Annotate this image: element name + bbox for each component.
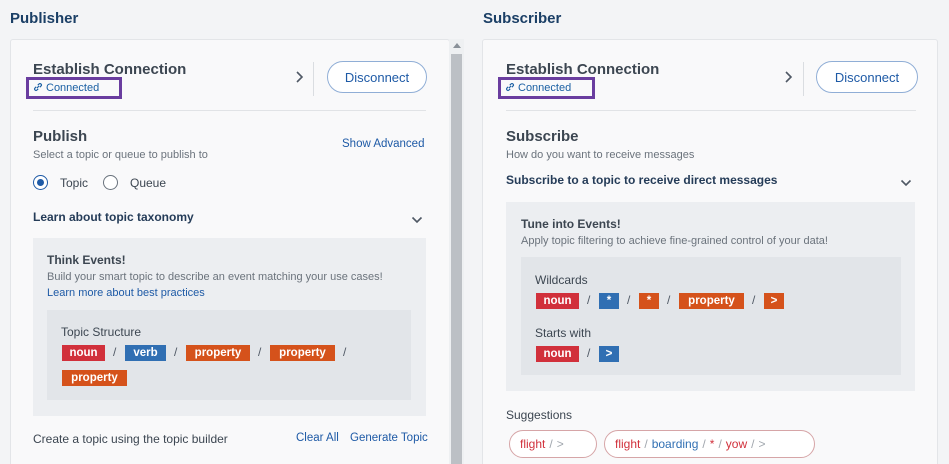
- connected-label: Connected: [46, 82, 100, 94]
- think-events-text: Build your smart topic to describe an ev…: [47, 271, 383, 283]
- chip-noun: noun: [62, 345, 105, 361]
- separator: /: [752, 293, 756, 307]
- chip-property: property: [679, 293, 744, 309]
- clear-all-link[interactable]: Clear All: [296, 432, 339, 444]
- wildcards-title: Wildcards: [535, 273, 588, 287]
- subscribe-title: Subscribe: [506, 128, 579, 145]
- tune-events-title: Tune into Events!: [521, 217, 621, 231]
- publish-subtitle: Select a topic or queue to publish to: [33, 149, 208, 161]
- chevron-down-icon[interactable]: [411, 216, 423, 224]
- suggestion-chip[interactable]: flight / >: [509, 430, 597, 458]
- topic-level: flight: [520, 437, 546, 451]
- subscriber-connection-title: Establish Connection: [506, 61, 660, 78]
- subscribe-topic-accordion[interactable]: Subscribe to a topic to receive direct m…: [506, 173, 777, 187]
- topic-structure-box: Topic Structure noun / verb / property /…: [47, 310, 411, 400]
- tune-events-box: Tune into Events! Apply topic filtering …: [506, 202, 915, 391]
- chip-wildcard-star: *: [599, 293, 619, 309]
- divider: [313, 62, 314, 96]
- connected-label: Connected: [518, 82, 572, 94]
- topic-level: yow: [725, 437, 748, 451]
- link-icon: [33, 82, 43, 95]
- subscriber-connected-badge: Connected: [498, 77, 595, 99]
- separator: /: [343, 345, 347, 359]
- topic-level: >: [758, 437, 766, 451]
- suggestions-title: Suggestions: [506, 408, 573, 422]
- divider: [803, 62, 804, 96]
- separator: /: [587, 293, 591, 307]
- separator: /: [627, 293, 631, 307]
- subscribe-subtitle: How do you want to receive messages: [506, 149, 695, 161]
- scroll-up-icon[interactable]: [453, 43, 461, 48]
- chevron-right-icon[interactable]: [294, 70, 304, 84]
- best-practices-link[interactable]: Learn more about best practices: [47, 287, 205, 299]
- subscriber-title: Subscriber: [483, 10, 562, 27]
- chip-wildcard-gt: >: [764, 293, 784, 309]
- separator: /: [751, 437, 755, 451]
- chip-noun: noun: [536, 346, 579, 362]
- filtering-examples-box: Wildcards noun / * / * / property / > St…: [521, 257, 901, 375]
- topic-level: *: [709, 437, 715, 451]
- generate-topic-link[interactable]: Generate Topic: [350, 432, 428, 444]
- separator: /: [174, 345, 178, 359]
- separator: /: [644, 437, 648, 451]
- topic-builder-text: Create a topic using the topic builder: [33, 432, 228, 446]
- separator: /: [549, 437, 553, 451]
- separator: /: [702, 437, 706, 451]
- radio-queue-label: Queue: [130, 176, 167, 190]
- separator: /: [587, 346, 591, 360]
- scrollbar-thumb[interactable]: [451, 54, 462, 464]
- suggestion-chip[interactable]: flight / boarding / * / yow / >: [604, 430, 815, 458]
- separator: /: [718, 437, 722, 451]
- starts-with-title: Starts with: [535, 326, 592, 340]
- separator: /: [258, 345, 262, 359]
- topic-taxonomy-accordion[interactable]: Learn about topic taxonomy: [33, 210, 194, 224]
- show-advanced-link[interactable]: Show Advanced: [342, 138, 424, 150]
- topic-level: flight: [615, 437, 641, 451]
- tune-events-text: Apply topic filtering to achieve fine-gr…: [521, 235, 828, 247]
- chip-noun: noun: [536, 293, 579, 309]
- radio-topic[interactable]: [33, 175, 48, 190]
- separator: /: [113, 345, 117, 359]
- chip-verb: verb: [125, 345, 166, 361]
- disconnect-button[interactable]: Disconnect: [816, 61, 918, 93]
- chip-property: property: [62, 370, 127, 386]
- chip-property: property: [186, 345, 250, 361]
- topic-level: boarding: [651, 437, 699, 451]
- publish-title: Publish: [33, 128, 88, 145]
- chip-property: property: [270, 345, 335, 361]
- publisher-connection-title: Establish Connection: [33, 61, 187, 78]
- think-events-title: Think Events!: [47, 253, 126, 267]
- publisher-title: Publisher: [10, 10, 79, 27]
- chip-wildcard-gt: >: [599, 346, 619, 362]
- publisher-connected-badge: Connected: [26, 77, 122, 99]
- link-icon: [505, 82, 515, 95]
- topic-level: >: [556, 437, 564, 451]
- radio-topic-label: Topic: [60, 176, 89, 190]
- chip-wildcard-star: *: [639, 293, 659, 309]
- disconnect-button[interactable]: Disconnect: [327, 61, 427, 93]
- divider: [33, 110, 426, 111]
- separator: /: [667, 293, 671, 307]
- topic-structure-title: Topic Structure: [61, 325, 142, 339]
- radio-queue[interactable]: [103, 175, 118, 190]
- subscriber-panel: Establish Connection Connected Disconnec…: [482, 39, 938, 464]
- divider: [506, 110, 916, 111]
- publisher-panel: Establish Connection Connected Disconnec…: [10, 39, 450, 464]
- think-events-box: Think Events! Build your smart topic to …: [33, 238, 426, 416]
- chevron-right-icon[interactable]: [783, 70, 793, 84]
- chevron-down-icon[interactable]: [900, 179, 912, 187]
